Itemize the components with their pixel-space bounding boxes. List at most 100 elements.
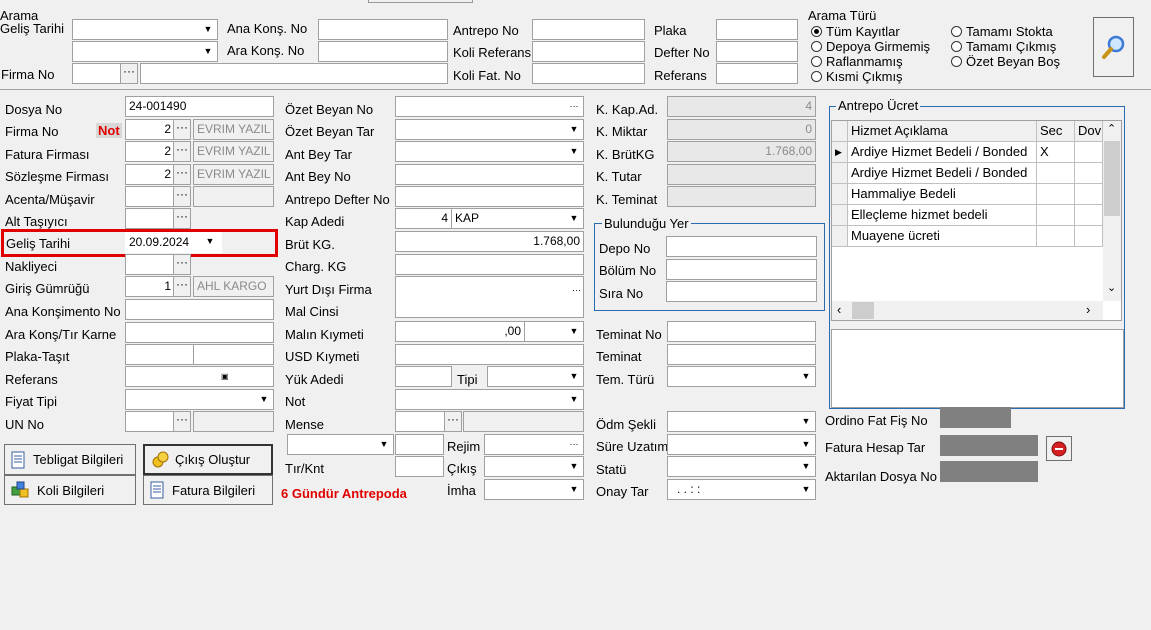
acenta-input[interactable] <box>125 186 175 207</box>
ara-kons-no-input[interactable] <box>318 41 448 62</box>
horizontal-scrollbar[interactable]: ‹ › <box>832 301 1103 320</box>
radio-circle[interactable] <box>951 26 962 37</box>
radio-raflanmamis[interactable]: Raflanmamış <box>811 54 903 69</box>
malin-kiymeti-input[interactable]: ,00 <box>395 321 525 342</box>
giris-gumrugu-lookup-button[interactable]: ··· <box>173 276 191 297</box>
chevron-down-icon[interactable]: ▼ <box>257 390 271 409</box>
plaka-input-1[interactable] <box>125 344 194 365</box>
table-row-dov[interactable] <box>1075 142 1103 163</box>
tir-knt-input[interactable] <box>395 456 444 477</box>
mense-input[interactable] <box>395 411 445 432</box>
brut-kg-input[interactable]: 1.768,00 <box>395 231 584 252</box>
chevron-down-icon[interactable]: ▼ <box>201 42 215 61</box>
chevron-down-icon[interactable]: ▼ <box>377 435 391 454</box>
grid-header-sec[interactable]: Sec <box>1037 121 1075 142</box>
ana-kons-no-input[interactable] <box>318 19 448 40</box>
chevron-down-icon[interactable]: ▼ <box>567 142 581 161</box>
sozlesme-lookup-button[interactable]: ··· <box>173 164 191 185</box>
table-row-aciklama[interactable]: Ardiye Hizmet Bedeli / Bonded <box>848 163 1037 184</box>
tipi-select[interactable]: ▼ <box>487 366 584 387</box>
chevron-down-icon[interactable]: ▼ <box>567 209 581 228</box>
chevron-down-icon[interactable]: ▼ <box>203 232 217 251</box>
row-indicator[interactable] <box>832 184 848 205</box>
usd-kiymeti-input[interactable] <box>395 344 584 365</box>
scroll-thumb[interactable] <box>852 302 874 319</box>
kap-adedi-input[interactable]: 4 <box>395 208 452 229</box>
row-indicator[interactable] <box>832 163 848 184</box>
firma-no-input[interactable]: 2 <box>125 119 175 140</box>
radio-kismi-cikmis[interactable]: Kısmi Çıkmış <box>811 69 903 84</box>
un-no-input[interactable] <box>125 411 175 432</box>
search-firma-lookup-button[interactable]: ··· <box>120 63 138 84</box>
chevron-down-icon[interactable]: ▼ <box>567 480 581 499</box>
delete-fatura-button[interactable] <box>1046 436 1072 461</box>
table-row-dov[interactable] <box>1075 163 1103 184</box>
chevron-down-icon[interactable]: ▼ <box>799 435 813 454</box>
ellipsis-icon[interactable]: ··· <box>572 281 581 300</box>
mense-lookup-button[interactable]: ··· <box>444 411 462 432</box>
ara-kons-tir-karne-input[interactable] <box>125 322 274 343</box>
chevron-down-icon[interactable]: ▼ <box>799 412 813 431</box>
koli-referans-input[interactable] <box>532 41 645 62</box>
table-row-aciklama[interactable]: Elleçleme hizmet bedeli <box>848 205 1037 226</box>
table-row-dov[interactable] <box>1075 226 1103 247</box>
table-row-aciklama[interactable]: Ardiye Hizmet Bedeli / Bonded <box>848 142 1037 163</box>
alt-tasiyici-input[interactable] <box>125 208 175 229</box>
radio-depoya-girmemis[interactable]: Depoya Girmemiş <box>811 39 930 54</box>
chevron-left-icon[interactable]: ‹ <box>837 302 841 317</box>
fatura-bilgileri-button[interactable]: Fatura Bilgileri <box>143 475 273 505</box>
ellipsis-icon[interactable]: ··· <box>567 97 581 116</box>
chevron-right-icon[interactable]: › <box>1086 302 1090 317</box>
ana-konsimento-input[interactable] <box>125 299 274 320</box>
antrepo-defter-no-input[interactable] <box>395 186 584 207</box>
malin-kiymeti-currency-select[interactable]: ▼ <box>524 321 584 342</box>
table-row-dov[interactable] <box>1075 205 1103 226</box>
table-row-dov[interactable] <box>1075 184 1103 205</box>
search-firma-name-input[interactable] <box>140 63 448 84</box>
alt-tasiyici-lookup-button[interactable]: ··· <box>173 208 191 229</box>
row-indicator[interactable] <box>832 226 848 247</box>
sure-uzatim-select[interactable]: ▼ <box>667 434 816 455</box>
sozlesme-firmasi-input[interactable]: 2 <box>125 164 175 185</box>
table-row-sec[interactable] <box>1037 205 1075 226</box>
not-link[interactable]: Not <box>96 123 122 138</box>
kap-unit-select[interactable]: KAP ▼ <box>451 208 584 229</box>
radio-tamami-cikmis[interactable]: Tamamı Çıkmış <box>951 39 1056 54</box>
table-row-sec[interactable] <box>1037 163 1075 184</box>
grid-header-dov[interactable]: Dov <box>1075 121 1103 142</box>
chevron-up-icon[interactable]: ⌃ <box>1107 122 1116 135</box>
ellipsis-icon[interactable]: ··· <box>567 435 581 454</box>
cikis-olustur-button[interactable]: Çıkış Oluştur <box>143 444 273 475</box>
chevron-down-icon[interactable]: ▼ <box>567 390 581 409</box>
not-select[interactable]: ▼ <box>395 389 584 410</box>
cikis-select[interactable]: ▼ <box>484 456 584 477</box>
teminat-no-input[interactable] <box>667 321 816 342</box>
calendar-icon[interactable]: ▣ <box>221 367 229 386</box>
rejim-code-input[interactable] <box>395 434 444 455</box>
koli-fat-no-input[interactable] <box>532 63 645 84</box>
radio-tamami-stokta[interactable]: Tamamı Stokta <box>951 24 1053 39</box>
row-indicator[interactable]: ▶ <box>832 142 848 163</box>
nakliyeci-input[interactable] <box>125 254 175 275</box>
referans-input[interactable] <box>716 63 798 84</box>
rejim-input[interactable]: ··· <box>484 434 584 455</box>
yuk-adedi-input[interactable] <box>395 366 452 387</box>
table-row-sec[interactable] <box>1037 184 1075 205</box>
statu-select[interactable]: ▼ <box>667 456 816 477</box>
teminat-input[interactable] <box>667 344 816 365</box>
chevron-down-icon[interactable]: ▼ <box>799 457 813 476</box>
chevron-down-icon[interactable]: ▼ <box>799 480 813 499</box>
chevron-down-icon[interactable]: ▼ <box>799 367 813 386</box>
table-row-sec[interactable] <box>1037 226 1075 247</box>
acenta-lookup-button[interactable]: ··· <box>173 186 191 207</box>
nakliyeci-lookup-button[interactable]: ··· <box>173 254 191 275</box>
onay-tar-input[interactable]: . . : : ▼ <box>667 479 816 500</box>
charg-kg-input[interactable] <box>395 254 584 275</box>
firma-lookup-button[interactable]: ··· <box>173 119 191 140</box>
ozet-beyan-tar-select[interactable]: ▼ <box>395 119 584 140</box>
depo-no-input[interactable] <box>666 236 817 257</box>
koli-bilgileri-button[interactable]: Koli Bilgileri <box>4 475 136 505</box>
antrepo-no-input[interactable] <box>532 19 645 40</box>
radio-circle[interactable] <box>811 26 822 37</box>
ant-bey-no-input[interactable] <box>395 164 584 185</box>
